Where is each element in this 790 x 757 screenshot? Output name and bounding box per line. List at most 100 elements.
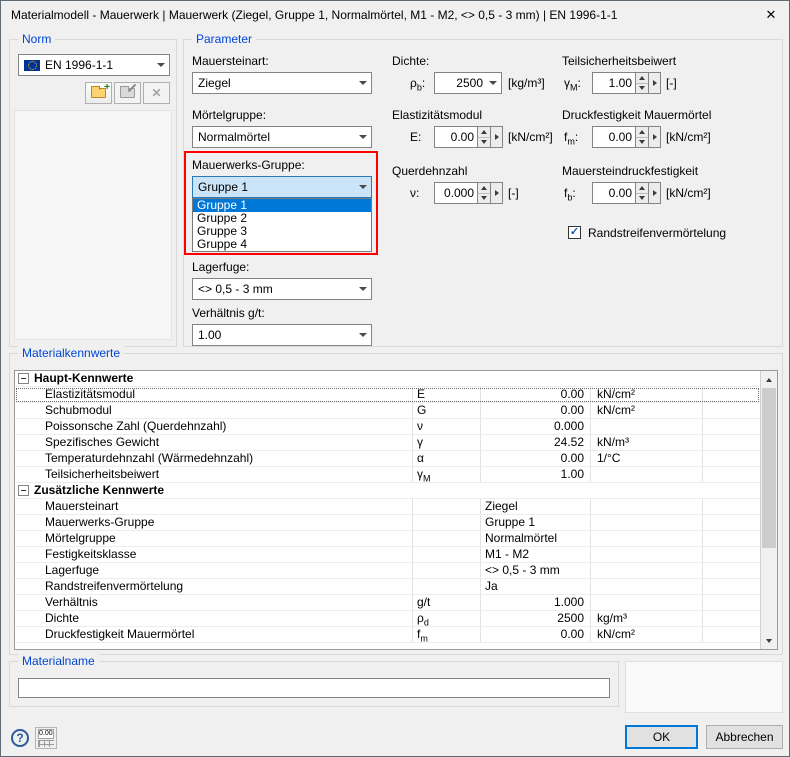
materialname-input[interactable] — [18, 678, 610, 698]
druckfestigkeit-input[interactable]: 0.00 — [592, 126, 636, 148]
teilsicherheit-spinner — [636, 72, 649, 94]
dropdown-option[interactable]: Gruppe 2 — [193, 212, 371, 225]
delete-norm-button[interactable]: ✕ — [143, 82, 170, 104]
arrow-up-icon — [766, 377, 772, 382]
steinfestigkeit-unit: [kN/cm²] — [666, 186, 711, 200]
combo-value: <> 0,5 - 3 mm — [198, 282, 273, 296]
norm-select[interactable]: EN 1996-1-1 — [18, 54, 170, 76]
edit-norm-button[interactable] — [114, 82, 141, 104]
arrow-right-icon — [652, 190, 657, 196]
calculator-button[interactable]: 0.00 — [35, 727, 57, 749]
row-extra — [703, 579, 760, 594]
collapse-minus-icon[interactable] — [18, 485, 29, 496]
table-row[interactable]: Mauersteinart Ziegel — [15, 499, 760, 515]
table-row[interactable]: Schubmodul G 0.00 kN/cm² — [15, 403, 760, 419]
spin-down-button[interactable] — [636, 138, 648, 148]
querdehnzahl-input[interactable]: 0.000 — [434, 182, 478, 204]
emodul-unit: [kN/cm²] — [508, 130, 553, 144]
dropdown-option[interactable]: Gruppe 1 — [193, 199, 371, 212]
lagerfuge-select[interactable]: <> 0,5 - 3 mm — [192, 278, 372, 300]
symbol-colon: : — [421, 76, 426, 90]
table-row[interactable]: Lagerfuge <> 0,5 - 3 mm — [15, 563, 760, 579]
table-row[interactable]: Randstreifenvermörtelung Ja — [15, 579, 760, 595]
table-row[interactable]: Verhältnis g/t 1.000 — [15, 595, 760, 611]
table-row[interactable]: Elastizitätsmodul E 0.00 kN/cm² — [15, 387, 760, 403]
table-row[interactable]: Teilsicherheitsbeiwert γM 1.00 — [15, 467, 760, 483]
scroll-down-button[interactable] — [761, 632, 777, 649]
more-options-button[interactable] — [491, 182, 503, 204]
help-icon: ? — [11, 729, 29, 747]
steinfestigkeit-input[interactable]: 0.00 — [592, 182, 636, 204]
row-unit — [591, 595, 703, 610]
teilsicherheit-input[interactable]: 1.00 — [592, 72, 636, 94]
table-row[interactable]: Druckfestigkeit Mauermörtel fm 0.00 kN/cm² — [15, 627, 760, 643]
row-unit — [591, 547, 703, 562]
spin-down-button[interactable] — [636, 194, 648, 204]
table-row[interactable]: Mauerwerks-Gruppe Gruppe 1 — [15, 515, 760, 531]
row-name: Schubmodul — [15, 403, 413, 418]
vertical-scrollbar[interactable] — [760, 371, 777, 649]
symbol-main: E — [410, 130, 419, 144]
row-name: Festigkeitsklasse — [15, 547, 413, 562]
cancel-button[interactable]: Abbrechen — [706, 725, 783, 749]
calculator-display: 0.00 — [38, 729, 54, 739]
druckfestigkeit-unit: [kN/cm²] — [666, 130, 711, 144]
dropdown-option[interactable]: Gruppe 4 — [193, 238, 371, 251]
row-name: Dichte — [15, 611, 413, 626]
verhaeltnis-select[interactable]: 1.00 — [192, 324, 372, 346]
scroll-up-button[interactable] — [761, 371, 777, 388]
row-value: 1.000 — [481, 595, 591, 610]
spin-down-button[interactable] — [478, 138, 490, 148]
more-options-button[interactable] — [649, 182, 661, 204]
table-row[interactable]: Spezifisches Gewicht γ 24.52 kN/m³ — [15, 435, 760, 451]
row-name: Spezifisches Gewicht — [15, 435, 413, 450]
row-extra — [703, 531, 760, 546]
new-norm-button[interactable]: + — [85, 82, 112, 104]
spin-up-button[interactable] — [478, 127, 490, 138]
dichte-symbol: ρb: — [410, 76, 425, 92]
table-row[interactable]: Dichte ρd 2500 kg/m³ — [15, 611, 760, 627]
table-row[interactable]: Mörtelgruppe Normalmörtel — [15, 531, 760, 547]
querdehnzahl-spinner — [478, 182, 491, 204]
row-symbol — [413, 579, 481, 594]
materialname-group: Materialname — [9, 654, 619, 707]
spin-up-button[interactable] — [636, 183, 648, 194]
info-panel — [625, 661, 783, 713]
mauersteinart-label: Mauersteinart: — [192, 54, 269, 68]
spin-up-button[interactable] — [636, 73, 648, 84]
close-button[interactable]: ✕ — [753, 1, 789, 29]
querdehnzahl-field: 0.000 — [434, 182, 503, 204]
norm-group: Norm EN 1996-1-1 + ✕ — [9, 32, 177, 347]
row-symbol: γM — [413, 467, 481, 482]
dropdown-option[interactable]: Gruppe 3 — [193, 225, 371, 238]
moertelgruppe-select[interactable]: Normalmörtel — [192, 126, 372, 148]
table-section-header[interactable]: Zusätzliche Kennwerte — [15, 483, 760, 499]
ok-button[interactable]: OK — [625, 725, 698, 749]
table-section-header[interactable]: Haupt-Kennwerte — [15, 371, 760, 387]
help-button[interactable]: ? — [9, 727, 31, 749]
mauersteinart-select[interactable]: Ziegel — [192, 72, 372, 94]
mauerwerksgruppe-select[interactable]: Gruppe 1 — [192, 176, 372, 198]
spin-up-button[interactable] — [636, 127, 648, 138]
more-options-button[interactable] — [649, 72, 661, 94]
dichte-select[interactable]: 2500 — [434, 72, 502, 94]
arrow-right-icon — [494, 134, 499, 140]
spin-down-button[interactable] — [636, 84, 648, 94]
row-name: Poissonsche Zahl (Querdehnzahl) — [15, 419, 413, 434]
collapse-minus-icon[interactable] — [18, 373, 29, 384]
spin-down-button[interactable] — [478, 194, 490, 204]
spin-up-button[interactable] — [478, 183, 490, 194]
titlebar[interactable]: Materialmodell - Mauerwerk | Mauerwerk (… — [1, 1, 789, 29]
emodul-input[interactable]: 0.00 — [434, 126, 478, 148]
arrow-icon — [359, 287, 367, 291]
row-symbol: ρd — [413, 611, 481, 626]
emodul-field: 0.00 — [434, 126, 503, 148]
more-options-button[interactable] — [491, 126, 503, 148]
scrollbar-thumb[interactable] — [762, 388, 776, 548]
more-options-button[interactable] — [649, 126, 661, 148]
row-unit — [591, 579, 703, 594]
table-row[interactable]: Poissonsche Zahl (Querdehnzahl) ν 0.000 — [15, 419, 760, 435]
table-row[interactable]: Temperaturdehnzahl (Wärmedehnzahl) α 0.00 1… — [15, 451, 760, 467]
randstreifen-checkbox[interactable]: ✓ — [568, 226, 581, 239]
table-row[interactable]: Festigkeitsklasse M1 - M2 — [15, 547, 760, 563]
